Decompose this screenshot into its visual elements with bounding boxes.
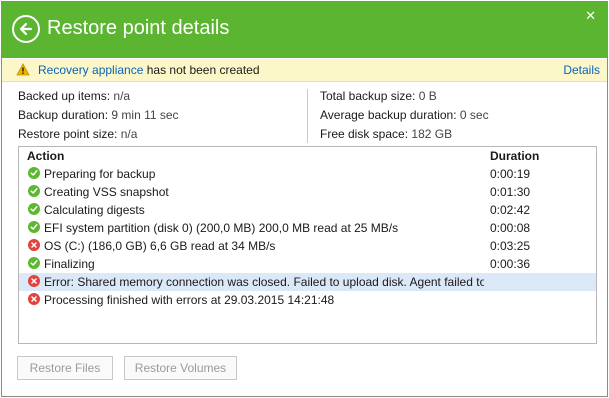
x-circle-icon <box>28 275 40 287</box>
stat-value: 9 min 11 sec <box>111 108 179 122</box>
stat-label: Backed up items: <box>18 89 111 103</box>
table-row[interactable]: Processing finished with errors at 29.03… <box>19 291 596 309</box>
row-duration: 0:00:36 <box>490 257 531 271</box>
row-action-text: EFI system partition (disk 0) (200,0 MB)… <box>44 221 399 235</box>
stat-backup-duration: Backup duration: 9 min 11 sec <box>18 108 179 122</box>
check-circle-icon <box>28 257 40 269</box>
stat-average-backup-duration: Average backup duration: 0 sec <box>320 108 489 122</box>
table-row[interactable]: Preparing for backup 0:00:19 <box>19 165 596 183</box>
table-row[interactable]: Finalizing 0:00:36 <box>19 255 596 273</box>
table-row[interactable]: OS (C:) (186,0 GB) 6,6 GB read at 34 MB/… <box>19 237 596 255</box>
row-duration: 0:02:42 <box>490 203 531 217</box>
table-row[interactable]: EFI system partition (disk 0) (200,0 MB)… <box>19 219 596 237</box>
row-duration: 0:03:25 <box>490 239 531 253</box>
stat-label: Restore point size: <box>18 127 118 141</box>
stat-free-disk-space: Free disk space: 182 GB <box>320 127 452 141</box>
stat-value: n/a <box>113 89 131 103</box>
stat-label: Backup duration: <box>18 108 109 122</box>
check-circle-icon <box>28 185 40 197</box>
stat-value: 0 sec <box>459 108 489 122</box>
stat-value: 0 B <box>418 89 437 103</box>
warning-message: Recovery appliance has not been created <box>38 63 260 77</box>
back-button[interactable] <box>12 15 40 43</box>
row-duration: 0:00:19 <box>490 167 531 181</box>
restore-files-button[interactable]: Restore Files <box>17 356 113 380</box>
row-action-text: Finalizing <box>44 257 95 271</box>
stat-total-backup-size: Total backup size: 0 B <box>320 89 437 103</box>
x-circle-icon <box>28 239 40 251</box>
stat-value: n/a <box>120 127 138 141</box>
warning-bar: Recovery appliance has not been created … <box>2 59 607 82</box>
close-icon: ✕ <box>585 8 596 23</box>
stat-label: Total backup size: <box>320 89 416 103</box>
table-row[interactable]: Error: Shared memory connection was clos… <box>19 273 596 291</box>
row-duration: 0:01:30 <box>490 185 531 199</box>
title-bar: Restore point details ✕ <box>2 2 607 58</box>
stat-label: Free disk space: <box>320 127 409 141</box>
row-action-text: Processing finished with errors at 29.03… <box>44 293 335 307</box>
window-title: Restore point details <box>47 17 230 39</box>
warning-icon <box>16 63 30 76</box>
close-button[interactable]: ✕ <box>585 8 596 24</box>
row-action-text: Error: Shared memory connection was clos… <box>44 275 484 289</box>
check-circle-icon <box>28 203 40 215</box>
stat-backed-up-items: Backed up items: n/a <box>18 89 130 103</box>
x-circle-icon <box>28 293 40 305</box>
check-circle-icon <box>28 221 40 233</box>
row-action-text: Preparing for backup <box>44 167 156 181</box>
grid-header: Action Duration <box>19 147 596 165</box>
back-arrow-icon <box>19 22 33 36</box>
stat-restore-point-size: Restore point size: n/a <box>18 127 137 141</box>
stats-panel: Backed up items: n/a Backup duration: 9 … <box>2 87 607 147</box>
column-header-duration[interactable]: Duration <box>490 149 539 163</box>
row-action-text: Creating VSS snapshot <box>44 185 169 199</box>
row-duration: 0:00:08 <box>490 221 531 235</box>
warning-text: has not been created <box>146 63 260 77</box>
stat-value: 182 GB <box>411 127 453 141</box>
table-row[interactable]: Creating VSS snapshot 0:01:30 <box>19 183 596 201</box>
action-log-grid[interactable]: Action Duration Preparing for backup 0:00… <box>18 146 597 344</box>
restore-volumes-button[interactable]: Restore Volumes <box>124 356 237 380</box>
check-circle-icon <box>28 167 40 179</box>
row-action-text: OS (C:) (186,0 GB) 6,6 GB read at 34 MB/… <box>44 239 276 253</box>
table-row[interactable]: Calculating digests 0:02:42 <box>19 201 596 219</box>
column-header-action[interactable]: Action <box>27 149 64 163</box>
recovery-appliance-link[interactable]: Recovery appliance <box>38 63 143 77</box>
stats-divider <box>307 89 308 143</box>
row-action-text: Calculating digests <box>44 203 145 217</box>
stat-label: Average backup duration: <box>320 108 457 122</box>
details-link[interactable]: Details <box>563 63 600 77</box>
restore-point-details-window: Restore point details ✕ Recovery applian… <box>1 1 608 397</box>
